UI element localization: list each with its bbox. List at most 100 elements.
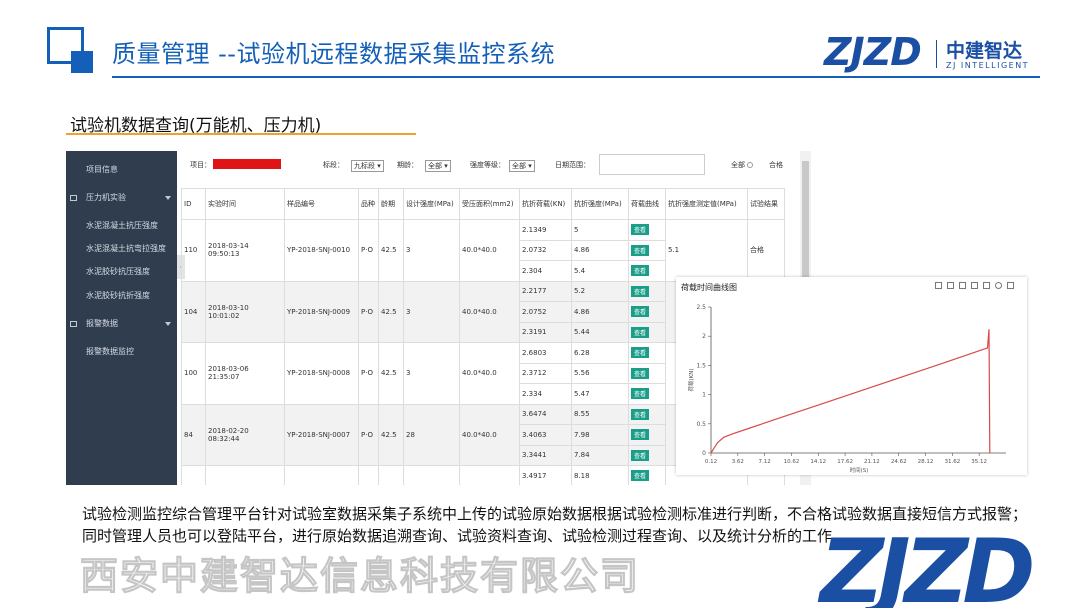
sidebar-item-alarm-data[interactable]: 报警数据: [66, 313, 177, 335]
view-curve-button[interactable]: 查看: [631, 265, 650, 277]
cell-load: 2.0752: [519, 301, 572, 323]
sidebar: 项目信息 压力机实验 水泥混凝土抗压强度 水泥混凝土抗弯拉强度 水泥胶砂抗压强度…: [66, 151, 177, 485]
section-underline: [66, 133, 416, 135]
cell-curve: 查看: [628, 342, 666, 364]
brand-name-en: ZJ INTELLIGENT: [946, 61, 1030, 70]
cell-age: 42.5: [378, 342, 404, 405]
section-label: 标段：: [323, 161, 344, 169]
cell-load: 2.334: [519, 383, 572, 405]
grid-icon: [70, 195, 77, 201]
cell-load: 2.304: [519, 260, 572, 282]
y-tick-label: 1: [702, 392, 706, 399]
cell-curve: 查看: [628, 239, 666, 261]
cell-strength: 4.86: [571, 301, 629, 323]
page-title: 质量管理 --试验机远程数据采集监控系统: [112, 40, 555, 68]
grade-select-value: 全部: [512, 162, 526, 170]
view-curve-button[interactable]: 查看: [631, 449, 650, 461]
sidebar-item-concrete-compressive[interactable]: 水泥混凝土抗压强度: [66, 215, 177, 237]
y-axis-label: 荷载(KN): [687, 368, 695, 391]
y-tick-label: 0: [702, 450, 706, 457]
header-divider: [112, 76, 1040, 78]
col-header: 设计强度(MPa): [403, 188, 460, 220]
cell-area: 40.0*40.0: [459, 219, 520, 282]
sidebar-item-label: 项目信息: [86, 165, 118, 174]
cell-design: 3: [403, 280, 460, 343]
cell-curve: 查看: [628, 383, 666, 405]
table-row: 110 2018-03-14 09:50:13 YP-2018-SNJ-0010 P·…: [181, 219, 785, 282]
cell-curve: 查看: [628, 403, 666, 425]
project-select-redacted[interactable]: [213, 159, 281, 169]
cell-id: 84: [181, 403, 206, 466]
sidebar-item-project-info[interactable]: 项目信息: [66, 159, 177, 181]
filter-all-radio[interactable]: 全部: [731, 160, 754, 170]
brand-name-cn: 中建智达: [946, 40, 1023, 62]
brand-separator: [936, 40, 937, 68]
y-tick-label: 1.5: [696, 362, 706, 369]
cell-design: 3: [403, 342, 460, 405]
age-select-value: 全部: [428, 162, 442, 170]
view-curve-button[interactable]: 查看: [631, 470, 650, 482]
cell-load: 3.4063: [519, 424, 572, 446]
view-curve-button[interactable]: 查看: [631, 347, 650, 359]
cell-curve: 查看: [628, 219, 666, 241]
view-curve-button[interactable]: 查看: [631, 224, 650, 236]
cell-load: 2.3712: [519, 362, 572, 384]
cell-strength: 7.84: [571, 444, 629, 466]
col-header: 受压面积(mm2): [459, 188, 520, 220]
cell-strength: 7.98: [571, 424, 629, 446]
filter-all-label: 全部: [731, 161, 745, 169]
sidebar-item-mortar-compressive[interactable]: 水泥胶砂抗压强度: [66, 261, 177, 283]
cell-sample: YP-2018-SNJ-0008: [284, 342, 359, 405]
age-select[interactable]: 全部 ▾: [425, 160, 451, 172]
cell-load: 2.3191: [519, 321, 572, 343]
cell-age: 42.5: [378, 280, 404, 343]
view-curve-button[interactable]: 查看: [631, 367, 650, 379]
sidebar-item-concrete-flexural[interactable]: 水泥混凝土抗弯拉强度: [66, 238, 177, 260]
view-curve-button[interactable]: 查看: [631, 388, 650, 400]
x-tick-label: 21.12: [864, 459, 880, 465]
view-curve-button[interactable]: 查看: [631, 306, 650, 318]
cell-strength: 8.55: [571, 403, 629, 425]
cell-id: [181, 465, 206, 485]
cell-design: [403, 465, 460, 485]
cell-sample: YP-2018-SNJ-0009: [284, 280, 359, 343]
cell-strength: 5.47: [571, 383, 629, 405]
sidebar-item-press-test[interactable]: 压力机实验: [66, 187, 177, 209]
cell-time: 2018-02-20 08:32:44: [205, 403, 285, 466]
cell-time: 2018-03-14 09:50:13: [205, 219, 285, 282]
sidebar-item-alarm-monitor[interactable]: 报警数据监控: [66, 341, 177, 363]
cell-design: 28: [403, 403, 460, 466]
col-header: 龄期: [378, 188, 404, 220]
slide: { "header": { "title": "质量管理 --试验机远程数据采集…: [0, 0, 1080, 608]
cell-curve: 查看: [628, 260, 666, 282]
sidebar-item-mortar-flexural[interactable]: 水泥胶砂抗折强度: [66, 285, 177, 307]
view-curve-button[interactable]: 查看: [631, 285, 650, 297]
y-tick-label: 2: [702, 333, 706, 340]
cell-time: 2018-03-10 10:01:02: [205, 280, 285, 343]
view-curve-button[interactable]: 查看: [631, 408, 650, 420]
filter-pass-label[interactable]: 合格: [769, 160, 783, 170]
cell-id: 104: [181, 280, 206, 343]
y-tick-label: 2.5: [696, 304, 706, 311]
x-tick-label: 35.12: [971, 459, 987, 465]
cell-load: 2.6803: [519, 342, 572, 364]
cell-strength: 5.44: [571, 321, 629, 343]
cell-strength: 5.2: [571, 280, 629, 302]
date-range-input[interactable]: [599, 154, 705, 175]
cell-sample: [284, 465, 359, 485]
view-curve-button[interactable]: 查看: [631, 244, 650, 256]
sidebar-item-label: 水泥胶砂抗压强度: [86, 267, 150, 276]
view-curve-button[interactable]: 查看: [631, 429, 650, 441]
scroll-thumb[interactable]: [802, 161, 809, 281]
cell-load: 2.0732: [519, 239, 572, 261]
x-tick-label: 24.62: [891, 459, 907, 465]
caret-down-icon: [165, 196, 171, 200]
cell-curve: 查看: [628, 362, 666, 384]
filter-bar: 项目： 标段： 九标段 ▾ 期龄： 全部 ▾ 强度等级： 全部 ▾ 日期范围： …: [185, 151, 800, 179]
cell-curve: 查看: [628, 301, 666, 323]
section-select[interactable]: 九标段 ▾: [351, 160, 384, 172]
view-curve-button[interactable]: 查看: [631, 326, 650, 338]
grade-select[interactable]: 全部 ▾: [509, 160, 535, 172]
cell-age: [378, 465, 404, 485]
sidebar-item-label: 水泥胶砂抗折强度: [86, 291, 150, 300]
